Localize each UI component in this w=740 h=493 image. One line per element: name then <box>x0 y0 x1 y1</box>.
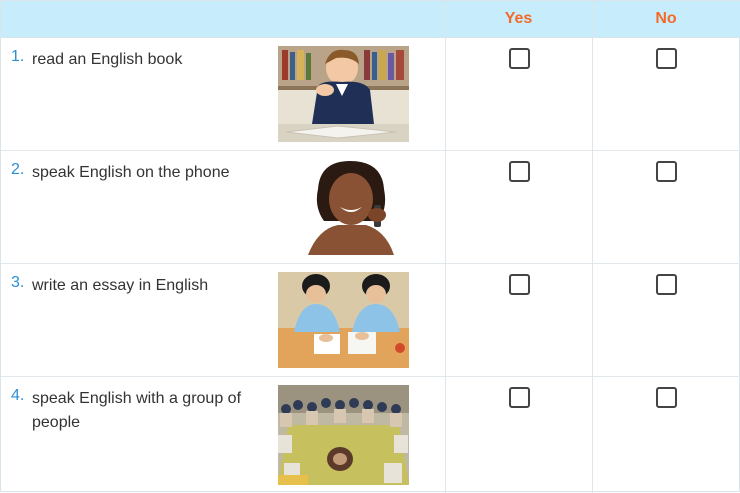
column-divider <box>592 1 593 493</box>
yes-checkbox[interactable] <box>509 48 530 69</box>
no-checkbox[interactable] <box>656 274 677 295</box>
table-row: 4. speak English with a group of people <box>1 377 740 493</box>
table-header: Yes No <box>1 1 740 38</box>
no-checkbox[interactable] <box>656 387 677 408</box>
table-row: 3. write an essay in English <box>1 264 740 377</box>
yes-column-header: Yes <box>504 10 533 27</box>
yes-checkbox[interactable] <box>509 161 530 182</box>
item-number: 3. <box>11 274 25 291</box>
survey-table: Yes No 1. read an English book 2. speak … <box>0 0 740 493</box>
item-number: 2. <box>11 161 25 178</box>
item-text: speak English with a group of people <box>32 390 242 431</box>
yes-checkbox[interactable] <box>509 274 530 295</box>
boy-reading-image <box>278 46 409 142</box>
no-checkbox[interactable] <box>656 161 677 182</box>
item-text: write an essay in English <box>32 277 209 294</box>
item-number: 4. <box>11 387 25 404</box>
no-column-header: No <box>655 10 677 27</box>
table-row: 1. read an English book <box>1 38 740 151</box>
item-text: read an English book <box>32 51 183 68</box>
no-checkbox[interactable] <box>656 48 677 69</box>
woman-phone-image <box>278 159 409 255</box>
table-row: 2. speak English on the phone <box>1 151 740 264</box>
item-text: speak English on the phone <box>32 164 230 181</box>
students-writing-image <box>278 272 409 368</box>
group-circle-image <box>278 385 409 485</box>
column-divider <box>445 1 446 493</box>
item-number: 1. <box>11 48 25 65</box>
yes-checkbox[interactable] <box>509 387 530 408</box>
